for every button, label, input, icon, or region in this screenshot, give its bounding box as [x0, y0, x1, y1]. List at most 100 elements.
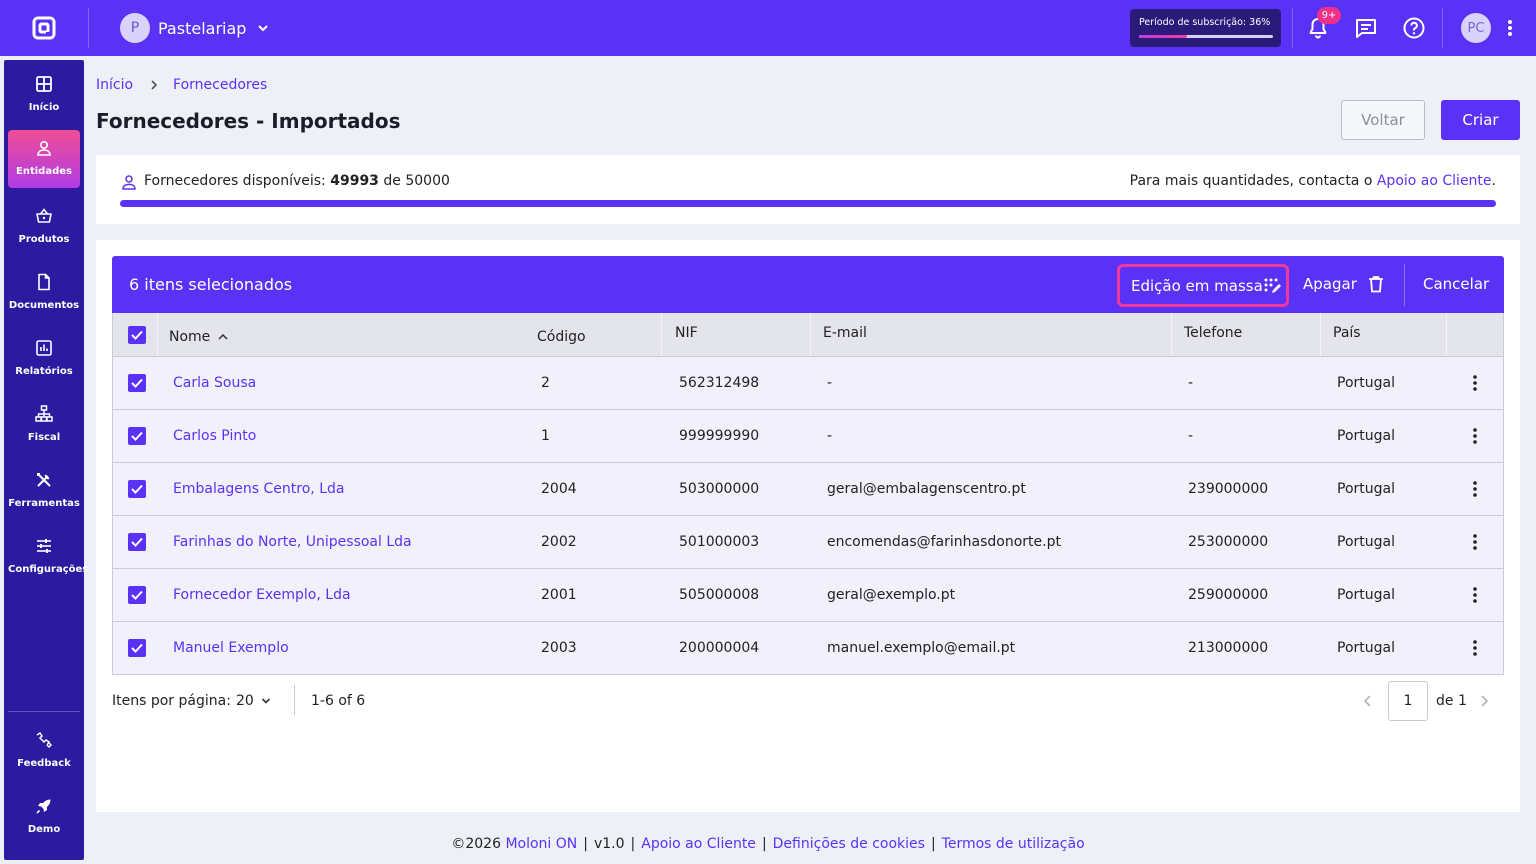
sidebar-item-label: Feedback — [17, 758, 71, 769]
page-number-input[interactable]: 1 — [1388, 681, 1428, 721]
sidebar-item-entidades[interactable]: Entidades — [8, 130, 80, 188]
quota-total: 50000 — [405, 173, 450, 189]
cell-nome: Carla Sousa — [173, 357, 256, 409]
column-header-nif[interactable]: NIF — [675, 311, 698, 354]
row-checkbox[interactable] — [128, 374, 146, 392]
table-row[interactable]: Carlos Pinto 1 999999990 - - Portugal — [112, 410, 1504, 463]
cell-nome: Carlos Pinto — [173, 410, 256, 462]
app-logo-icon[interactable] — [32, 16, 56, 40]
delete-button[interactable]: Apagar — [1303, 272, 1384, 296]
chat-icon[interactable] — [1354, 16, 1378, 40]
quota-contact-text: Para mais quantidades, contacta o Apoio … — [1129, 173, 1496, 189]
support-link[interactable]: Apoio ao Cliente — [1377, 173, 1492, 189]
cell-telefone: 253000000 — [1188, 516, 1268, 568]
supplier-name-link[interactable]: Carlos Pinto — [173, 428, 256, 444]
sidebar-item-label: Demo — [27, 824, 61, 835]
notification-badge: 9+ — [1317, 7, 1341, 24]
cancel-button[interactable]: Cancelar — [1423, 275, 1489, 293]
sidebar-item-label: Relatórios — [15, 366, 73, 377]
row-checkbox[interactable] — [128, 427, 146, 445]
cell-nome: Embalagens Centro, Lda — [173, 463, 344, 515]
sidebar-item-produtos[interactable]: Produtos — [8, 198, 80, 256]
row-actions-cell — [1467, 463, 1483, 515]
user-avatar[interactable]: PC — [1461, 13, 1491, 43]
cell-email-value: encomendas@farinhasdonorte.pt — [827, 534, 1061, 550]
cell-pais-value: Portugal — [1337, 587, 1395, 603]
more-vertical-icon[interactable] — [1467, 533, 1483, 551]
sidebar-item-ferramentas[interactable]: Ferramentas — [8, 462, 80, 520]
row-checkbox-cell — [128, 357, 146, 409]
cell-email-value: - — [827, 375, 833, 391]
feedback-icon — [36, 731, 53, 749]
column-header-email[interactable]: E-mail — [823, 311, 867, 354]
select-all-checkbox[interactable] — [128, 325, 146, 344]
subscription-period[interactable]: Período de subscrição: 36% — [1130, 9, 1281, 47]
column-header-pais[interactable]: País — [1333, 311, 1361, 354]
table-row[interactable]: Carla Sousa 2 562312498 - - Portugal — [112, 357, 1504, 410]
column-header-telefone[interactable]: Telefone — [1184, 311, 1242, 354]
back-button[interactable]: Voltar — [1341, 100, 1425, 140]
chevron-right-icon[interactable] — [1477, 694, 1491, 708]
selected-count: 6 itens selecionados — [129, 275, 293, 294]
check-icon — [131, 378, 143, 388]
footer-support-link[interactable]: Apoio ao Cliente — [641, 836, 756, 852]
more-vertical-icon[interactable] — [1502, 18, 1518, 38]
sidebar-item-configuracoes[interactable]: Configurações — [8, 528, 88, 586]
cell-codigo: 2002 — [541, 516, 577, 568]
cell-nif: 501000003 — [679, 516, 759, 568]
sidebar-item-documentos[interactable]: Documentos — [8, 264, 80, 322]
supplier-name-link[interactable]: Carla Sousa — [173, 375, 256, 391]
cell-nif: 562312498 — [679, 357, 759, 409]
more-vertical-icon[interactable] — [1467, 374, 1483, 392]
sidebar-item-relatorios[interactable]: Relatórios — [8, 330, 80, 388]
breadcrumb-home[interactable]: Início — [96, 77, 133, 93]
footer-cookies-link[interactable]: Definições de cookies — [773, 836, 925, 852]
more-vertical-icon[interactable] — [1467, 639, 1483, 657]
footer-terms-link[interactable]: Termos de utilização — [942, 836, 1085, 852]
supplier-name-link[interactable]: Farinhas do Norte, Unipessoal Lda — [173, 534, 412, 550]
table-row[interactable]: Fornecedor Exemplo, Lda 2001 505000008 gera… — [112, 569, 1504, 622]
cell-pais-value: Portugal — [1337, 428, 1395, 444]
table-row[interactable]: Farinhas do Norte, Unipessoal Lda 2002 501… — [112, 516, 1504, 569]
table-row[interactable]: Manuel Exemplo 2003 200000004 manuel.exempl… — [112, 622, 1504, 675]
more-vertical-icon[interactable] — [1467, 586, 1483, 604]
sidebar-item-fiscal[interactable]: Fiscal — [8, 396, 80, 454]
cell-nif: 503000000 — [679, 463, 759, 515]
create-button[interactable]: Criar — [1441, 100, 1520, 140]
report-icon — [36, 340, 52, 356]
supplier-name-link[interactable]: Fornecedor Exemplo, Lda — [173, 587, 351, 603]
more-vertical-icon[interactable] — [1467, 427, 1483, 445]
column-header-codigo[interactable]: Código — [537, 315, 586, 358]
supplier-name-link[interactable]: Manuel Exemplo — [173, 640, 289, 656]
supplier-name-link[interactable]: Embalagens Centro, Lda — [173, 481, 344, 497]
row-checkbox[interactable] — [128, 586, 146, 604]
cell-email-value: geral@embalagenscentro.pt — [827, 481, 1026, 497]
company-selector[interactable]: P Pastelariap — [120, 13, 270, 43]
company-name: Pastelariap — [158, 18, 247, 38]
items-per-page-label: Itens por página: — [112, 693, 231, 709]
items-per-page-select[interactable]: 20 — [236, 693, 271, 709]
column-header-nome[interactable]: Nome — [169, 315, 228, 358]
cell-codigo-value: 2004 — [541, 481, 577, 497]
breadcrumb-current[interactable]: Fornecedores — [173, 77, 267, 93]
row-checkbox[interactable] — [128, 533, 146, 551]
cell-email: manuel.exemplo@email.pt — [827, 622, 1015, 674]
footer-brand-link[interactable]: Moloni ON — [505, 836, 577, 852]
cell-nome: Fornecedor Exemplo, Lda — [173, 569, 351, 621]
row-checkbox[interactable] — [128, 480, 146, 498]
check-icon — [131, 590, 143, 600]
pagination-divider — [294, 685, 295, 715]
delete-label: Apagar — [1303, 275, 1357, 293]
table-row[interactable]: Embalagens Centro, Lda 2004 503000000 geral… — [112, 463, 1504, 516]
bulk-edit-button[interactable]: Edição em massa — [1117, 264, 1289, 307]
cell-codigo: 2004 — [541, 463, 577, 515]
sidebar-item-label: Ferramentas — [8, 498, 80, 509]
cell-codigo-value: 2003 — [541, 640, 577, 656]
sidebar-item-feedback[interactable]: Feedback — [8, 722, 80, 780]
chevron-left-icon[interactable] — [1361, 694, 1375, 708]
select-all-cell — [128, 313, 146, 356]
row-checkbox[interactable] — [128, 639, 146, 657]
help-icon[interactable] — [1402, 16, 1426, 40]
sidebar-item-inicio[interactable]: Início — [8, 66, 80, 124]
more-vertical-icon[interactable] — [1467, 480, 1483, 498]
